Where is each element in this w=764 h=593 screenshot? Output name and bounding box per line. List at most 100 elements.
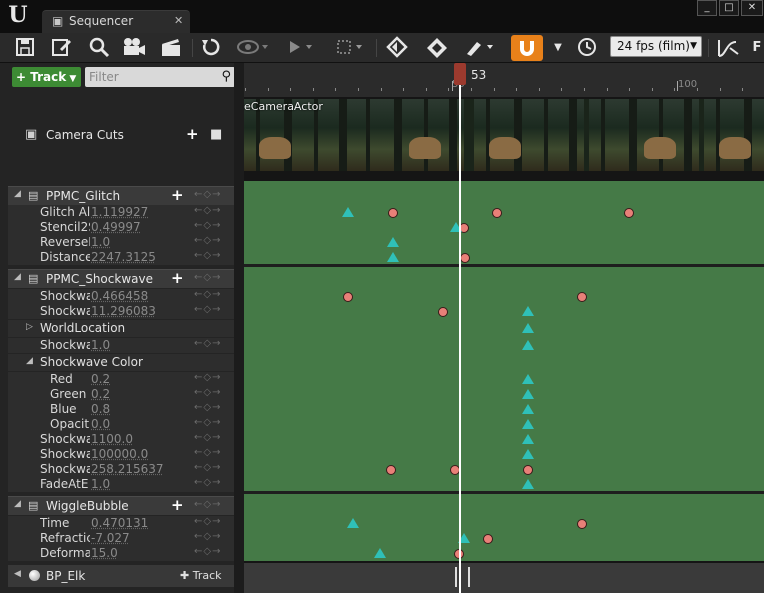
keyframe-circle[interactable]: [438, 307, 448, 317]
add-property-icon[interactable]: +: [171, 186, 184, 204]
key-nav-icon[interactable]: ←◇→: [194, 220, 221, 231]
keyframe-triangle[interactable]: [374, 548, 386, 558]
property-value[interactable]: 0.470131: [91, 516, 148, 530]
key-nav-icon[interactable]: ←◇→: [194, 387, 221, 398]
property-value[interactable]: 1.0: [91, 477, 110, 491]
keyframe-circle[interactable]: [523, 465, 533, 475]
keyframe-triangle[interactable]: [387, 252, 399, 262]
minimize-button[interactable]: _: [697, 0, 717, 16]
property-row[interactable]: Deforma 15.0 ←◇→: [8, 546, 234, 561]
property-row[interactable]: Shockwa 258.215637 ←◇→: [8, 462, 234, 477]
tab-sequencer[interactable]: ▣ Sequencer ✕: [42, 10, 190, 33]
property-value[interactable]: 0.49997: [91, 220, 141, 234]
property-value[interactable]: 100000.0: [91, 447, 148, 461]
key-nav-icon[interactable]: ←◇→: [194, 462, 221, 473]
property-row[interactable]: Shockwa 1100.0 ←◇→: [8, 432, 234, 447]
curve-icon[interactable]: [462, 36, 500, 60]
keyframe-triangle[interactable]: [522, 449, 534, 459]
filter-input[interactable]: Filter ⚲: [85, 67, 235, 87]
play-icon[interactable]: [284, 36, 320, 60]
clapper-icon[interactable]: [158, 36, 184, 60]
key-nav-icon[interactable]: ←◇→: [194, 417, 221, 428]
select-icon[interactable]: [332, 36, 372, 60]
property-value[interactable]: 11.296083: [91, 304, 156, 318]
property-value[interactable]: 258.215637: [91, 462, 164, 476]
section-header[interactable]: ◢ ▤ WiggleBubble + ←◇→: [8, 496, 234, 515]
property-value[interactable]: 0.2: [91, 372, 110, 386]
close-window-button[interactable]: ✕: [741, 0, 763, 16]
property-row[interactable]: Shockwa 1.0 ←◇→: [8, 338, 234, 353]
key-nav-icon[interactable]: ←◇→: [194, 289, 221, 300]
keyframe-triangle[interactable]: [522, 389, 534, 399]
add-camera-cut-icon[interactable]: +: [186, 125, 199, 143]
keyframe-circle[interactable]: [577, 519, 587, 529]
expand-arrow-icon[interactable]: ◀: [14, 569, 21, 579]
property-row[interactable]: Shockwa 100000.0 ←◇→: [8, 447, 234, 462]
playhead-handle[interactable]: [454, 63, 466, 85]
lane-ppmc-glitch[interactable]: [244, 181, 764, 265]
key-nav-icon[interactable]: ←◇→: [194, 546, 221, 557]
section-marker[interactable]: [468, 567, 470, 587]
add-property-icon[interactable]: +: [171, 269, 184, 287]
key-nav-icon[interactable]: ←◇→: [194, 372, 221, 383]
key-icon[interactable]: [383, 36, 411, 60]
curve-editor-icon[interactable]: [714, 36, 742, 60]
keyframe-triangle[interactable]: [522, 404, 534, 414]
property-row[interactable]: Red 0.2 ←◇→: [8, 372, 234, 387]
key-nav-icon[interactable]: ←◇→: [194, 432, 221, 443]
property-value[interactable]: 1100.0: [91, 432, 133, 446]
collapse-arrow-icon[interactable]: ◢: [26, 356, 33, 366]
maximize-button[interactable]: □: [719, 0, 739, 16]
keyframe-circle[interactable]: [388, 208, 398, 218]
property-row[interactable]: Blue 0.8 ←◇→: [8, 402, 234, 417]
key-nav-icon[interactable]: ←◇→: [194, 189, 221, 200]
camera-icon[interactable]: [120, 36, 148, 60]
actor-track-bp-elk[interactable]: ◀ BP_Elk ✚ Track: [8, 565, 234, 587]
eye-icon[interactable]: [234, 36, 274, 60]
key-nav-icon[interactable]: ←◇→: [194, 516, 221, 527]
key-nav-icon[interactable]: ←◇→: [194, 272, 221, 283]
keyframe-circle[interactable]: [343, 292, 353, 302]
add-actor-track-button[interactable]: ✚ Track: [180, 569, 222, 582]
property-row[interactable]: Refractic -7.027 ←◇→: [8, 531, 234, 546]
keyframe-triangle[interactable]: [522, 479, 534, 489]
key-nav-icon[interactable]: ←◇→: [194, 304, 221, 315]
collapse-arrow-icon[interactable]: ◢: [14, 189, 21, 199]
keyframe-triangle[interactable]: [342, 207, 354, 217]
fps-dropdown[interactable]: 24 fps (film) ▼: [610, 36, 702, 57]
property-value[interactable]: 2247.3125: [91, 250, 156, 264]
property-value[interactable]: -7.027: [91, 531, 130, 545]
save-icon[interactable]: [12, 36, 38, 60]
transform-icon[interactable]: [423, 36, 451, 60]
key-nav-icon[interactable]: ←◇→: [194, 402, 221, 413]
property-group[interactable]: ▷ WorldLocation: [8, 320, 234, 337]
edit-icon[interactable]: [48, 36, 74, 60]
keyframe-triangle[interactable]: [522, 434, 534, 444]
expand-arrow-icon[interactable]: ▷: [26, 322, 33, 332]
overflow-label[interactable]: F: [750, 36, 764, 60]
undo-icon[interactable]: [198, 36, 224, 60]
property-value[interactable]: 1.0: [91, 235, 110, 249]
panel-splitter[interactable]: [234, 63, 244, 593]
property-row[interactable]: FadeAtE 1.0 ←◇→: [8, 477, 234, 492]
property-value[interactable]: 0.2: [91, 387, 110, 401]
property-value[interactable]: 0.8: [91, 402, 110, 416]
property-row[interactable]: Stencil2S0.49997 ←◇→: [8, 220, 234, 235]
key-nav-icon[interactable]: ←◇→: [194, 447, 221, 458]
property-row[interactable]: ReverseD1.0 ←◇→: [8, 235, 234, 250]
property-row[interactable]: Distance 2247.3125 ←◇→: [8, 250, 234, 265]
keyframe-triangle[interactable]: [522, 374, 534, 384]
camera-icon[interactable]: ■: [210, 127, 222, 142]
property-row[interactable]: Time 0.470131 ←◇→: [8, 516, 234, 531]
section-header[interactable]: ◢ ▤ PPMC_Shockwave + ←◇→: [8, 269, 234, 288]
keyframe-triangle[interactable]: [522, 340, 534, 350]
property-value[interactable]: 1.119927: [91, 205, 148, 219]
property-row[interactable]: Green 0.2 ←◇→: [8, 387, 234, 402]
keyframe-circle[interactable]: [624, 208, 634, 218]
keyframe-triangle[interactable]: [522, 419, 534, 429]
lane-wigglebubble[interactable]: [244, 494, 764, 561]
keyframe-circle[interactable]: [483, 534, 493, 544]
keyframe-circle[interactable]: [492, 208, 502, 218]
section-header[interactable]: ◢ ▤ PPMC_Glitch + ←◇→: [8, 186, 234, 205]
key-nav-icon[interactable]: ←◇→: [194, 531, 221, 542]
